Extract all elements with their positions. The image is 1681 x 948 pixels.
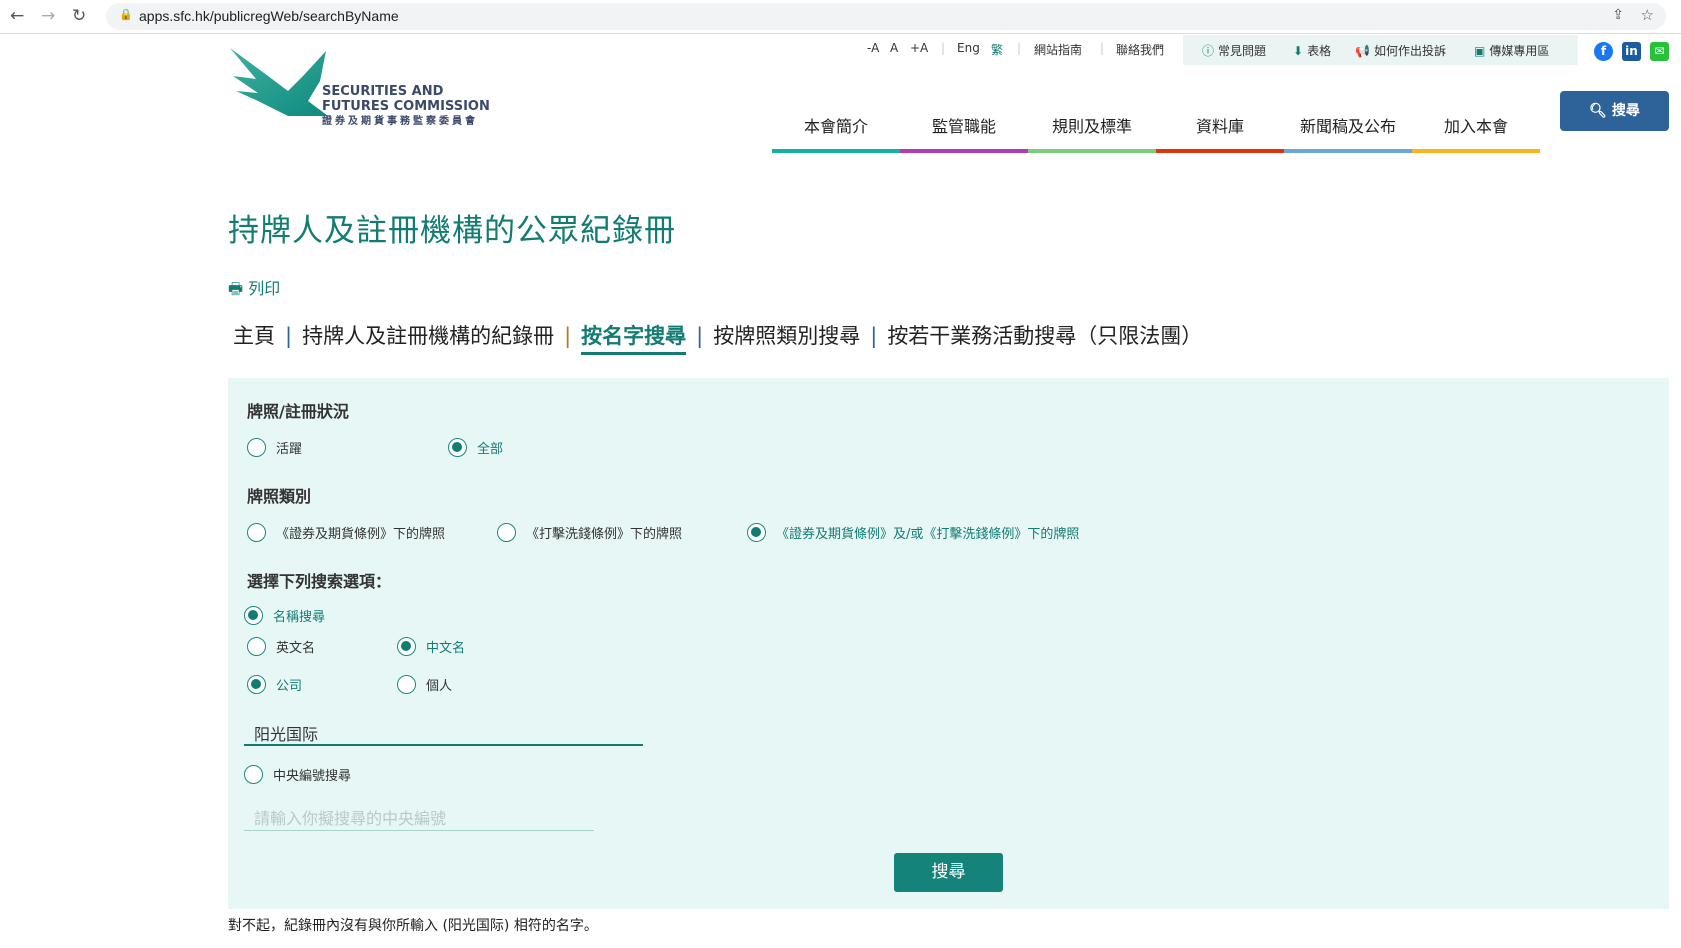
crumb-home[interactable]: 主頁 (233, 324, 275, 348)
font-larger[interactable]: +A (910, 41, 928, 55)
facebook-icon[interactable]: f (1594, 42, 1613, 61)
crumb-search-by-name[interactable]: 按名字搜尋 (581, 324, 687, 355)
radio-circle[interactable] (247, 438, 266, 457)
browser-toolbar: ← → ↻ 🔒 apps.sfc.hk/publicregWeb/searchB… (0, 0, 1681, 34)
lang-english[interactable]: Eng (957, 41, 980, 55)
search-options-heading: 選擇下列搜索選項： (247, 572, 392, 591)
page-title: 持牌人及註冊機構的公眾紀錄冊 (228, 213, 676, 249)
radio-circle[interactable] (247, 675, 266, 694)
back-icon[interactable]: ← (10, 6, 24, 26)
radio-type-sfo[interactable]: 《證券及期貨條例》下的牌照 (247, 523, 445, 542)
radio-circle[interactable] (747, 523, 766, 542)
radio-status-active[interactable]: 活躍 (247, 438, 302, 457)
nav-careers[interactable]: 加入本會 (1412, 113, 1540, 137)
nav-color-bar (1156, 149, 1284, 153)
nav-color-bar (1028, 149, 1156, 153)
print-button[interactable]: 🖶 列印 (228, 275, 280, 305)
status-heading: 牌照/註冊狀況 (247, 402, 349, 421)
faq-link[interactable]: ⓘ 常見問題 (1202, 42, 1266, 59)
name-input[interactable] (244, 722, 643, 746)
download-icon: ⬇ (1293, 44, 1304, 58)
question-icon: ⓘ (1202, 44, 1215, 58)
radio-corporation[interactable]: 公司 (247, 675, 302, 694)
licence-type-heading: 牌照類別 (247, 487, 312, 506)
url-text: apps.sfc.hk/publicregWeb/searchByName (139, 8, 399, 24)
crumb-register[interactable]: 持牌人及註冊機構的紀錄冊 (302, 324, 554, 348)
forward-icon[interactable]: → (41, 6, 55, 26)
radio-type-both[interactable]: 《證券及期貨條例》及/或《打擊洗錢條例》下的牌照 (747, 523, 1079, 542)
submit-search-button[interactable]: 搜尋 (894, 853, 1003, 892)
nav-color-bar (1412, 149, 1540, 153)
radio-circle[interactable] (448, 438, 467, 457)
image-icon: ▣ (1474, 44, 1486, 58)
share-icon[interactable]: ⇪ (1612, 7, 1624, 23)
nav-regulatory[interactable]: 監管職能 (900, 113, 1028, 137)
font-smaller[interactable]: -A (867, 41, 879, 55)
lang-traditional[interactable]: 繁 (991, 41, 1003, 58)
radio-english-name[interactable]: 英文名 (247, 637, 315, 656)
crumb-search-by-activity[interactable]: 按若干業務活動搜尋（只限法團） (887, 324, 1202, 348)
no-results-message: 對不起，紀錄冊內沒有與你所輸入 (阳光国际) 相符的名字。 (228, 918, 598, 934)
printer-icon: 🖶 (228, 279, 249, 298)
address-bar[interactable]: 🔒 apps.sfc.hk/publicregWeb/searchByName … (106, 3, 1666, 30)
ce-number-input[interactable] (244, 806, 594, 831)
radio-circle[interactable] (397, 675, 416, 694)
radio-circle[interactable] (244, 606, 263, 625)
radio-name-search[interactable]: 名稱搜尋 (244, 606, 325, 625)
nav-color-bar (772, 149, 900, 153)
radio-circle[interactable] (397, 637, 416, 656)
wechat-icon[interactable]: ✉ (1650, 42, 1669, 61)
contact-link[interactable]: 聯絡我們 (1116, 41, 1164, 58)
logo-text-zh: 證券及期貨事務監察委員會 (322, 116, 478, 127)
font-normal[interactable]: A (890, 41, 898, 55)
radio-circle[interactable] (497, 523, 516, 542)
radio-circle[interactable] (247, 523, 266, 542)
media-link[interactable]: ▣ 傳媒專用區 (1474, 42, 1549, 59)
crumb-search-by-licence[interactable]: 按牌照類別搜尋 (713, 324, 860, 348)
radio-type-amlo[interactable]: 《打擊洗錢條例》下的牌照 (497, 523, 682, 542)
radio-status-all[interactable]: 全部 (448, 438, 503, 457)
sitemap-link[interactable]: 網站指南 (1034, 41, 1082, 58)
bookmark-star-icon[interactable]: ☆ (1641, 6, 1654, 24)
sfc-logo[interactable]: SECURITIES AND FUTURES COMMISSION 證券及期貨事… (228, 46, 490, 136)
linkedin-icon[interactable]: in (1622, 42, 1641, 61)
radio-ce-search[interactable]: 中央編號搜尋 (244, 765, 351, 784)
nav-color-bar (1284, 149, 1412, 153)
complaint-link[interactable]: 📢 如何作出投訴 (1355, 42, 1446, 59)
logo-text-en1: SECURITIES AND (322, 84, 444, 99)
reload-icon[interactable]: ↻ (72, 6, 86, 26)
breadcrumb: 主頁 | 持牌人及註冊機構的紀錄冊 | 按名字搜尋 | 按牌照類別搜尋 | 按若干業務活動搜尋（… (233, 320, 1202, 355)
lock-icon: 🔒 (119, 8, 133, 21)
nav-color-bar (900, 149, 1028, 153)
nav-news[interactable]: 新聞稿及公布 (1284, 113, 1412, 137)
logo-text-en2: FUTURES COMMISSION (322, 99, 490, 114)
nav-database[interactable]: 資料庫 (1156, 113, 1284, 137)
search-icon: 🔍︎ (1589, 103, 1612, 119)
site-search-button[interactable]: 🔍︎ 搜尋 (1560, 91, 1669, 131)
nav-rules[interactable]: 規則及標準 (1028, 113, 1156, 137)
radio-individual[interactable]: 個人 (397, 675, 452, 694)
radio-circle[interactable] (247, 637, 266, 656)
forms-link[interactable]: ⬇ 表格 (1293, 42, 1331, 59)
radio-chinese-name[interactable]: 中文名 (397, 637, 465, 656)
nav-about[interactable]: 本會簡介 (772, 113, 900, 137)
radio-circle[interactable] (244, 765, 263, 784)
eagle-logo-icon (230, 48, 328, 116)
megaphone-icon: 📢 (1355, 44, 1370, 58)
